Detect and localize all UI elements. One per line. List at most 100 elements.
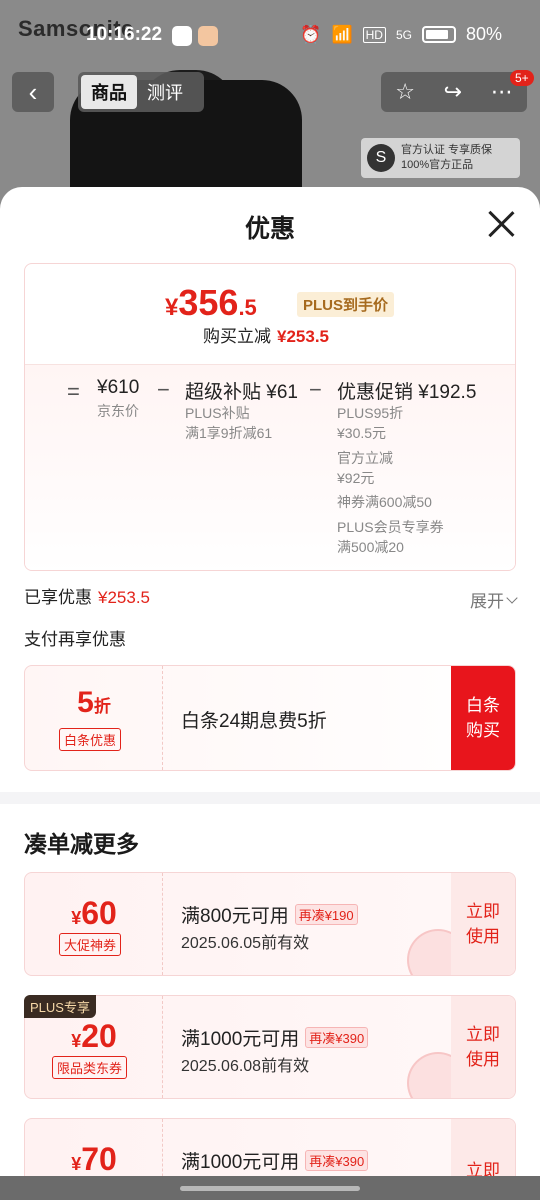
tab-review[interactable]: 测评 — [141, 75, 189, 109]
minus-sign-2: − — [309, 377, 322, 402]
coupon-value: 60 — [81, 895, 117, 931]
chevron-left-icon: ‹ — [28, 76, 38, 107]
coupon-tag: 限品类东券 — [52, 1056, 128, 1079]
use-coupon-button[interactable]: 立即 使用 — [451, 996, 515, 1098]
pay-discount-title: 支付再享优惠 — [24, 630, 126, 649]
promo-sub-4: 神券满600减50 — [337, 494, 432, 510]
close-icon[interactable] — [486, 209, 516, 239]
official-line1: 官方认证 专享质保 — [401, 144, 493, 156]
home-indicator[interactable] — [180, 1186, 360, 1191]
product-tabs: 商品 测评 — [78, 72, 204, 112]
coupon-extra: 再凑¥390 — [305, 1150, 369, 1171]
direct-discount-label: 购买立减 — [203, 327, 271, 346]
hd-icon: HD — [362, 26, 386, 43]
direct-discount-line: 购买立减 ¥253.5 — [203, 322, 329, 347]
baitiao-desc: 白条24期息费5折 — [181, 711, 327, 732]
final-price-int: 356 — [178, 282, 239, 323]
final-price-dec: .5 — [238, 295, 257, 320]
coupon-value: 20 — [81, 1018, 117, 1054]
price-breakdown: = ¥610 京东价 − 超级补贴 ¥61 PLUS补贴 满1享9折减61 − … — [25, 364, 515, 570]
sheet-title: 优惠 — [244, 215, 295, 243]
baitiao-discount: 5折 — [25, 686, 163, 720]
price-breakdown-card: ¥356.5 PLUS到手价 购买立减 ¥253.5 = ¥610 京东价 − 超… — [24, 263, 516, 571]
battery-level: 80% — [465, 24, 502, 44]
coupon-condition-text: 满800元可用 — [181, 906, 289, 927]
official-badge: S 官方认证 专享质保 100%官方正品 — [361, 138, 520, 178]
use-line1: 立即 — [466, 902, 500, 921]
equals-sign: = — [67, 379, 80, 404]
expand-label: 展开 — [470, 592, 504, 611]
coupon-card: ¥60 大促神券 满800元可用 再凑¥190 2025.06.05前有效 立即… — [24, 872, 516, 976]
alarm-icon: ⏰ — [300, 24, 322, 44]
coupon-condition-text: 满1000元可用 — [181, 1152, 300, 1173]
coupon-amount: ¥70 — [25, 1141, 163, 1178]
jd-price-label: 京东价 — [97, 403, 139, 419]
coupon-date: 2025.06.05前有效 — [181, 935, 310, 952]
enjoyed-value: ¥253.5 — [98, 588, 150, 607]
coupon-amount: ¥60 — [25, 895, 163, 932]
wifi-icon: 📶 — [331, 24, 353, 44]
signal-icon: 5G — [395, 27, 412, 42]
plus-price-tag: PLUS到手价 — [297, 292, 395, 317]
plus-exclusive-badge: PLUS专享 — [24, 995, 96, 1018]
promo-sub-2: 官方立减 — [337, 450, 393, 466]
direct-discount-value: ¥253.5 — [277, 327, 329, 346]
tab-product[interactable]: 商品 — [81, 75, 137, 109]
share-icon[interactable]: ↪ — [444, 79, 462, 105]
enjoyed-label: 已享优惠 — [24, 588, 92, 607]
enjoyed-discount: 已享优惠 ¥253.5 — [24, 583, 150, 608]
use-line2: 使用 — [466, 927, 500, 946]
use-coupon-button[interactable]: 立即 使用 — [451, 873, 515, 975]
more-discounts-title: 凑单减更多 — [24, 831, 139, 857]
baitiao-tag: 白条优惠 — [59, 728, 122, 751]
more-icon[interactable]: ⋯ — [491, 79, 513, 105]
coupon-date: 2025.06.08前有效 — [181, 1058, 310, 1075]
baitiao-buy-line2: 购买 — [466, 721, 500, 740]
promo-total: 优惠促销 ¥192.5 — [337, 382, 477, 403]
subsidy-sub2: 满1享9折减61 — [185, 425, 273, 441]
coupon-extra: 再凑¥190 — [294, 904, 358, 925]
promo-sub-6: 满500减20 — [337, 539, 404, 555]
minus-sign-1: − — [157, 377, 170, 402]
section-divider — [0, 792, 540, 804]
baitiao-buy-button[interactable]: 白条 购买 — [451, 666, 515, 770]
coupon-tag: 大促神券 — [59, 933, 122, 956]
jd-price: ¥610 — [97, 377, 140, 398]
back-button[interactable]: ‹ — [12, 72, 54, 112]
promo-sub-1: ¥30.5元 — [337, 425, 387, 441]
coupon-card: ¥20 限品类东券 满1000元可用 再凑¥390 2025.06.08前有效 … — [24, 995, 516, 1099]
baitiao-discount-unit: 折 — [93, 697, 111, 716]
top-actions: ☆ ↪ ⋯ — [381, 72, 527, 112]
expand-button[interactable]: 展开 — [470, 587, 518, 612]
coupon-symbol: ¥ — [71, 1031, 82, 1051]
star-icon[interactable]: ☆ — [395, 79, 415, 105]
promo-sub-5: PLUS会员专享券 — [337, 519, 444, 535]
status-time: 10:16:22 — [86, 24, 163, 45]
official-line2: 100%官方正品 — [401, 159, 474, 171]
coupon-symbol: ¥ — [71, 1154, 82, 1174]
app-notification-icon — [172, 26, 192, 46]
baitiao-discount-num: 5 — [77, 686, 94, 719]
coupon-value: 70 — [81, 1141, 117, 1177]
promo-sub-3: ¥92元 — [337, 470, 375, 486]
coupon-condition: 满800元可用 再凑¥190 — [181, 901, 358, 928]
super-subsidy: 超级补贴 ¥61 — [185, 382, 298, 403]
final-price: ¥356.5 — [165, 282, 257, 324]
coupon-extra: 再凑¥390 — [305, 1027, 369, 1048]
status-bar: 10:16:22 ⏰ 📶 HD 5G 80% — [0, 0, 540, 70]
use-line2: 使用 — [466, 1050, 500, 1069]
brand-emblem-icon: S — [367, 144, 395, 172]
coupon-symbol: ¥ — [71, 908, 82, 928]
final-price-symbol: ¥ — [165, 294, 179, 321]
coupon-condition-text: 满1000元可用 — [181, 1029, 300, 1050]
coupon-amount: ¥20 — [25, 1018, 163, 1055]
message-badge: 5+ — [510, 70, 534, 86]
baitiao-buy-line1: 白条 — [466, 696, 500, 715]
use-line1: 立即 — [466, 1025, 500, 1044]
coupon-condition: 满1000元可用 再凑¥390 — [181, 1147, 369, 1174]
baitiao-offer: 5折 白条优惠 白条24期息费5折 白条 购买 — [24, 665, 516, 771]
battery-icon — [421, 26, 456, 43]
promo-sub-0: PLUS95折 — [337, 405, 404, 421]
discount-sheet: 优惠 ¥356.5 PLUS到手价 购买立减 ¥253.5 = ¥610 京东价 … — [0, 187, 540, 1200]
chevron-down-icon — [506, 591, 518, 604]
